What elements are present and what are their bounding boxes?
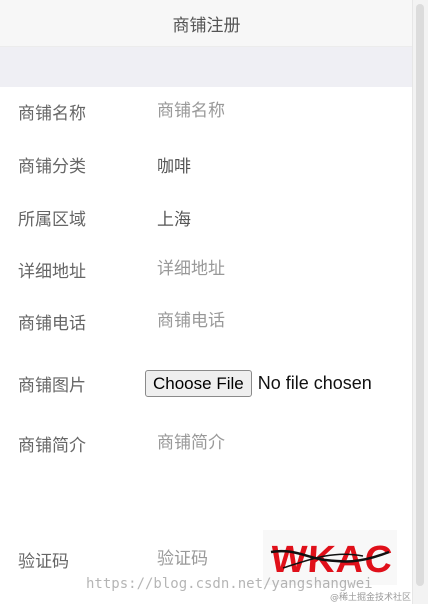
section-divider bbox=[0, 47, 413, 87]
captcha-label: 验证码 bbox=[18, 551, 69, 572]
page-title: 商铺注册 bbox=[172, 15, 241, 36]
page-header: 商铺注册 bbox=[0, 0, 413, 47]
shop-name-row: 商铺名称 bbox=[0, 96, 413, 126]
scrollbar-thumb[interactable] bbox=[416, 4, 424, 586]
file-status-text: No file chosen bbox=[257, 373, 372, 393]
shop-name-label: 商铺名称 bbox=[18, 103, 86, 124]
shop-category-label: 商铺分类 bbox=[18, 156, 86, 177]
shop-intro-textarea[interactable] bbox=[157, 428, 387, 508]
site-badge-watermark: @稀土掘金技术社区 bbox=[330, 593, 412, 603]
shop-region-label: 所属区域 bbox=[18, 209, 86, 230]
shop-phone-row: 商铺电话 bbox=[0, 306, 413, 336]
shop-name-input[interactable] bbox=[157, 98, 387, 124]
shop-category-row[interactable]: 商铺分类 咖啡 bbox=[0, 149, 413, 179]
vertical-scrollbar[interactable] bbox=[412, 0, 428, 604]
shop-category-select[interactable]: 咖啡 bbox=[157, 152, 191, 177]
shop-phone-input[interactable] bbox=[157, 308, 387, 334]
choose-file-button[interactable]: Choose File bbox=[145, 370, 252, 397]
shop-phone-label: 商铺电话 bbox=[18, 313, 86, 334]
shop-region-select[interactable]: 上海 bbox=[157, 205, 191, 230]
shop-intro-label: 商铺简介 bbox=[18, 435, 86, 456]
captcha-input[interactable] bbox=[157, 546, 252, 572]
shop-address-label: 详细地址 bbox=[18, 261, 86, 282]
shop-address-input[interactable] bbox=[157, 256, 387, 282]
registration-page: 商铺注册 商铺名称 商铺分类 咖啡 所属区域 上海 详细地址 商铺电话 商铺图片… bbox=[0, 0, 413, 604]
file-upload: Choose File No file chosen bbox=[145, 370, 372, 397]
shop-address-row: 详细地址 bbox=[0, 254, 413, 284]
shop-region-row[interactable]: 所属区域 上海 bbox=[0, 202, 413, 232]
shop-image-label: 商铺图片 bbox=[18, 375, 86, 396]
